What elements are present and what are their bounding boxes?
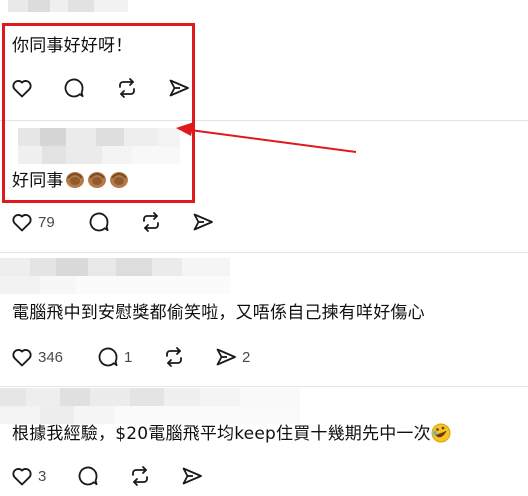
blurred-username: [0, 388, 300, 424]
blurred-username: [0, 258, 230, 294]
highlight-box: [2, 23, 195, 203]
rolling-laugh-emoji: [431, 423, 451, 443]
like-button[interactable]: 346: [10, 344, 96, 370]
share-count: 2: [242, 348, 251, 366]
send-icon: [182, 467, 202, 485]
reply-count: 1: [124, 348, 133, 366]
like-button[interactable]: 3: [10, 463, 76, 489]
repost-button[interactable]: [128, 463, 180, 489]
repost-icon: [132, 466, 148, 486]
comment-icon: [78, 466, 98, 486]
repost-button[interactable]: [162, 344, 214, 370]
share-button[interactable]: [180, 463, 210, 489]
comment-icon: [98, 347, 118, 367]
send-icon: [216, 348, 236, 366]
divider: [0, 252, 528, 253]
reply-button[interactable]: [76, 463, 128, 489]
heart-icon: [12, 214, 32, 232]
share-button[interactable]: [191, 209, 221, 235]
like-count: 79: [38, 213, 55, 231]
reply-button[interactable]: 1: [96, 344, 162, 370]
heart-icon: [12, 349, 32, 367]
post-actions: 3: [10, 463, 210, 489]
divider: [0, 386, 528, 387]
post-text: 根據我經驗，$20電腦飛平均keep住買十幾期先中一次: [12, 422, 451, 446]
heart-icon: [12, 468, 32, 486]
blurred-username: [8, 0, 128, 12]
arrow-annotation: [176, 122, 357, 153]
post-text: 電腦飛中到安慰獎都偷笑啦，又唔係自己揀有咩好傷心: [12, 303, 425, 323]
like-button[interactable]: 79: [10, 209, 87, 235]
comment-icon: [89, 212, 109, 232]
post-actions: 79: [10, 209, 221, 235]
repost-button[interactable]: [139, 209, 191, 235]
share-button[interactable]: 2: [214, 344, 264, 370]
repost-icon: [166, 347, 182, 367]
post-actions: 346 1 2: [10, 344, 264, 370]
reply-button[interactable]: [87, 209, 139, 235]
send-icon: [193, 213, 213, 231]
like-count: 346: [38, 348, 64, 366]
like-count: 3: [38, 467, 47, 485]
post-text-content: 根據我經驗，$20電腦飛平均keep住買十幾期先中一次: [12, 424, 431, 444]
repost-icon: [143, 212, 159, 232]
